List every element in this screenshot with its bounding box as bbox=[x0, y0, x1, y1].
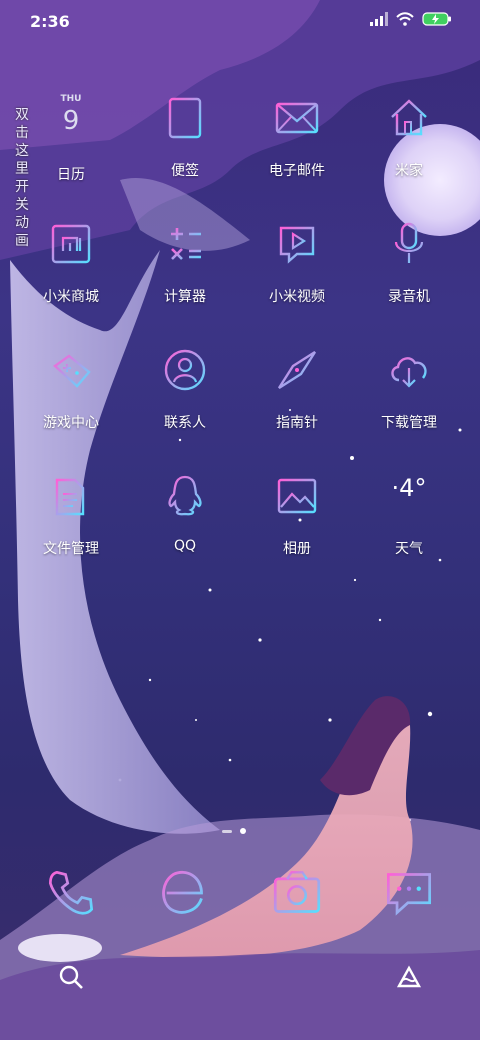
microphone-icon bbox=[394, 222, 424, 263]
search-icon[interactable] bbox=[56, 962, 86, 992]
wifi-icon bbox=[396, 12, 414, 26]
app-notes[interactable]: 便签 bbox=[130, 96, 240, 206]
video-play-icon bbox=[279, 226, 315, 264]
app-label: 录音机 bbox=[388, 289, 430, 305]
app-downloads[interactable]: 下载管理 bbox=[354, 348, 464, 458]
app-label: 小米商城 bbox=[43, 289, 99, 305]
app-label: 计算器 bbox=[164, 289, 206, 305]
app-label: 天气 bbox=[395, 541, 423, 557]
phone-icon[interactable] bbox=[46, 868, 96, 918]
app-vault-icon[interactable] bbox=[394, 962, 424, 992]
app-label: 文件管理 bbox=[43, 541, 99, 557]
app-label: 下载管理 bbox=[381, 415, 437, 431]
app-label: 米家 bbox=[395, 163, 423, 179]
page-dot-inactive bbox=[222, 829, 232, 833]
app-mijia[interactable]: 米家 bbox=[354, 96, 464, 206]
app-calculator[interactable]: 计算器 bbox=[130, 222, 240, 332]
app-recorder[interactable]: 录音机 bbox=[354, 222, 464, 332]
calendar-day-number: 9 bbox=[62, 106, 80, 136]
gamepad-icon bbox=[53, 354, 91, 388]
app-email[interactable]: 电子邮件 bbox=[242, 96, 352, 206]
calculator-icon bbox=[171, 228, 201, 260]
app-weather[interactable]: ·4° 天气 bbox=[354, 474, 464, 584]
app-mi-video[interactable]: 小米视频 bbox=[242, 222, 352, 332]
app-compass[interactable]: 指南针 bbox=[242, 348, 352, 458]
app-file-manager[interactable]: 文件管理 bbox=[16, 474, 126, 584]
weather-temperature: ·4° bbox=[391, 474, 427, 502]
notes-icon bbox=[168, 97, 202, 139]
status-bar: 2:36 bbox=[0, 0, 480, 40]
app-gallery[interactable]: 相册 bbox=[242, 474, 352, 584]
document-icon bbox=[55, 478, 85, 516]
app-calendar[interactable]: THU 9 日历 bbox=[16, 94, 126, 210]
status-time: 2:36 bbox=[30, 12, 70, 31]
contact-person-icon bbox=[164, 349, 206, 391]
page-dot-active bbox=[240, 828, 246, 834]
mail-icon bbox=[275, 102, 319, 134]
home-screen: 2:36 双击这里开关动画 THU 9 日历 便签 电子邮件 米家 小米商城 计… bbox=[0, 0, 480, 1040]
calendar-day-of-week: THU bbox=[60, 94, 82, 104]
app-label: 联系人 bbox=[164, 415, 206, 431]
photo-icon bbox=[277, 478, 317, 514]
app-label: 游戏中心 bbox=[43, 415, 99, 431]
page-indicator[interactable] bbox=[222, 828, 246, 834]
app-label: 小米视频 bbox=[269, 289, 325, 305]
camera-icon[interactable] bbox=[272, 868, 322, 918]
home-icon bbox=[391, 99, 427, 136]
calendar-widget-icon: THU 9 bbox=[49, 94, 93, 144]
app-game-center[interactable]: 游戏中心 bbox=[16, 348, 126, 458]
browser-icon[interactable] bbox=[158, 868, 208, 918]
message-icon[interactable] bbox=[384, 868, 434, 918]
qq-penguin-icon bbox=[168, 475, 202, 516]
app-label: QQ bbox=[173, 538, 197, 554]
app-label: 日历 bbox=[57, 167, 85, 183]
mi-store-icon bbox=[51, 224, 91, 264]
app-label: 便签 bbox=[171, 163, 199, 179]
signal-icon bbox=[370, 12, 388, 26]
app-label: 指南针 bbox=[276, 415, 318, 431]
battery-charging-icon bbox=[422, 12, 451, 26]
app-label: 相册 bbox=[283, 541, 311, 557]
compass-needle-icon bbox=[277, 350, 317, 390]
cloud-download-icon bbox=[391, 357, 427, 388]
app-contacts[interactable]: 联系人 bbox=[130, 348, 240, 458]
app-label: 电子邮件 bbox=[269, 163, 325, 179]
app-mi-store[interactable]: 小米商城 bbox=[16, 222, 126, 332]
app-qq[interactable]: QQ bbox=[130, 474, 240, 584]
weather-widget-icon: ·4° bbox=[387, 474, 431, 518]
